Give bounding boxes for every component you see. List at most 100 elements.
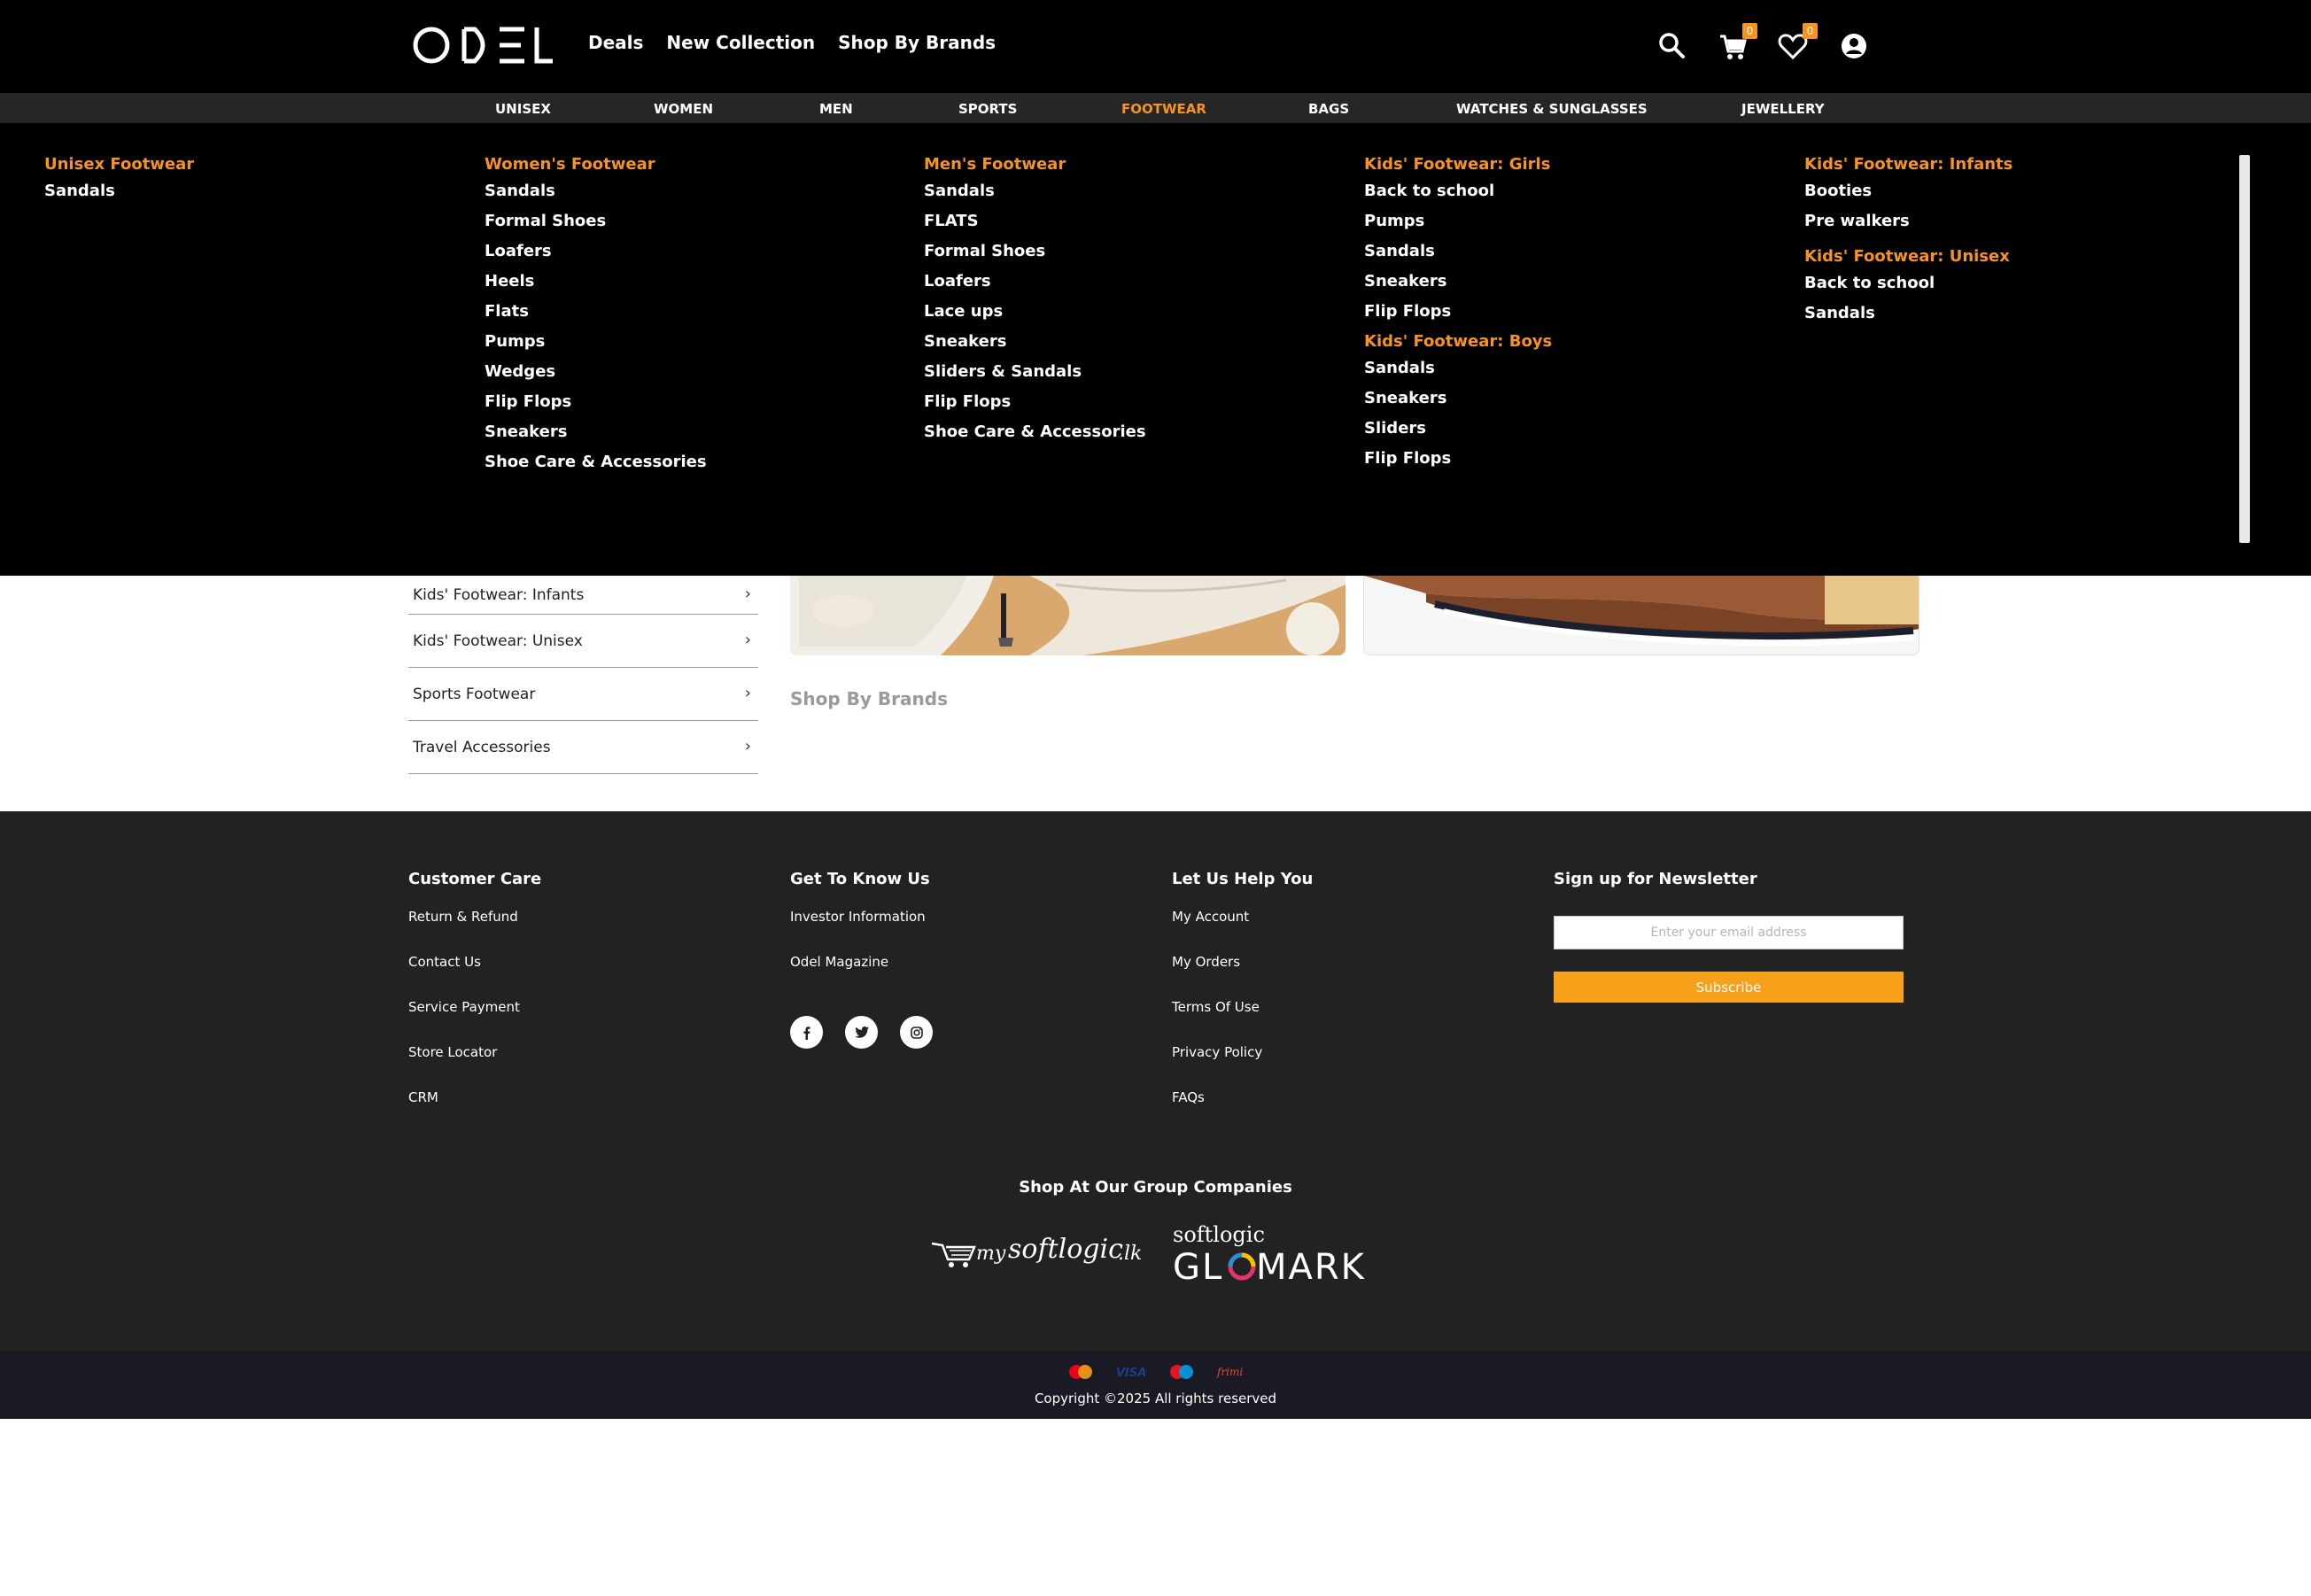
nav-deals[interactable]: Deals bbox=[588, 32, 643, 53]
twitter-icon[interactable] bbox=[845, 1016, 878, 1049]
menu-heading[interactable]: Kids' Footwear: Unisex bbox=[1804, 247, 2012, 274]
menu-item[interactable]: Back to school bbox=[1364, 182, 1552, 212]
search-icon[interactable] bbox=[1655, 28, 1690, 64]
svg-text:softlogic: softlogic bbox=[1173, 1222, 1265, 1247]
bottom-bar: VISA frimi Copyright ©2025 All rights re… bbox=[0, 1351, 2311, 1419]
menu-item[interactable]: Sandals bbox=[924, 182, 1146, 212]
menu-item[interactable]: Wedges bbox=[485, 362, 707, 392]
menu-item[interactable]: Booties bbox=[1804, 182, 2012, 212]
menu-item[interactable]: Formal Shoes bbox=[924, 242, 1146, 272]
category-watches-sunglasses[interactable]: WATCHES & SUNGLASSES bbox=[1456, 101, 1648, 117]
facebook-icon[interactable] bbox=[790, 1016, 823, 1049]
mysoftlogic-logo[interactable]: my softlogic .lk bbox=[930, 1229, 1143, 1274]
instagram-icon[interactable] bbox=[900, 1016, 933, 1049]
sidebar-item-kids-infants[interactable]: Kids' Footwear: Infants › bbox=[408, 576, 758, 615]
menu-item[interactable]: Heels bbox=[485, 272, 707, 302]
menu-item[interactable]: Pumps bbox=[1364, 212, 1552, 242]
svg-text:VISA: VISA bbox=[1116, 1367, 1146, 1380]
newsletter-email-input[interactable] bbox=[1554, 916, 1904, 949]
sidebar-item-sports-footwear[interactable]: Sports Footwear › bbox=[408, 668, 758, 721]
menu-item[interactable]: Sandals bbox=[1364, 359, 1552, 389]
footer-heading: Sign up for Newsletter bbox=[1554, 870, 1757, 888]
menu-item[interactable]: Shoe Care & Accessories bbox=[485, 453, 707, 483]
account-icon[interactable] bbox=[1836, 28, 1872, 64]
menu-heading[interactable]: Kids' Footwear: Infants bbox=[1804, 155, 2012, 182]
heart-icon[interactable]: 0 bbox=[1775, 23, 1818, 64]
visa-icon: VISA bbox=[1116, 1367, 1146, 1380]
menu-heading[interactable]: Men's Footwear bbox=[924, 155, 1146, 182]
cart-icon[interactable]: 0 bbox=[1715, 23, 1757, 64]
nav-shop-by-brands[interactable]: Shop By Brands bbox=[838, 32, 996, 53]
footer-link[interactable]: Terms Of Use bbox=[1172, 998, 1313, 1043]
menu-item[interactable]: Pumps bbox=[485, 332, 707, 362]
menu-item[interactable]: Sliders bbox=[1364, 419, 1552, 449]
menu-item[interactable]: Sandals bbox=[44, 182, 194, 212]
menu-item[interactable]: Loafers bbox=[924, 272, 1146, 302]
menu-item[interactable]: Sliders & Sandals bbox=[924, 362, 1146, 392]
footer-heading: Let Us Help You bbox=[1172, 870, 1314, 888]
menu-item[interactable]: Lace ups bbox=[924, 302, 1146, 332]
chevron-right-icon: › bbox=[744, 585, 751, 603]
menu-item[interactable]: Flip Flops bbox=[1364, 449, 1552, 479]
menu-heading[interactable]: Women's Footwear bbox=[485, 155, 707, 182]
menu-item[interactable]: Back to school bbox=[1804, 274, 2012, 304]
footer-link[interactable]: FAQs bbox=[1172, 1089, 1313, 1134]
softlogic-glomark-logo[interactable]: softlogic GL MARK bbox=[1171, 1220, 1384, 1284]
footer-link[interactable]: Privacy Policy bbox=[1172, 1043, 1313, 1089]
menu-item[interactable]: Flip Flops bbox=[924, 392, 1146, 422]
category-sports[interactable]: SPORTS bbox=[958, 101, 1017, 117]
sidebar-item-kids-unisex[interactable]: Kids' Footwear: Unisex › bbox=[408, 615, 758, 668]
menu-item[interactable]: Loafers bbox=[485, 242, 707, 272]
menu-scrollbar[interactable] bbox=[2239, 155, 2250, 543]
copyright-text: Copyright ©2025 All rights reserved bbox=[1034, 1391, 1277, 1406]
cart-count-badge: 0 bbox=[1742, 23, 1757, 39]
category-footwear[interactable]: FOOTWEAR bbox=[1121, 101, 1206, 117]
footer-link[interactable]: Return & Refund bbox=[408, 908, 541, 953]
footer-link[interactable]: Contact Us bbox=[408, 953, 541, 998]
footer-help: Let Us Help You My Account My Orders Ter… bbox=[1172, 870, 1313, 1134]
nav-new-collection[interactable]: New Collection bbox=[666, 32, 815, 53]
sidebar-item-label: Sports Footwear bbox=[413, 685, 536, 703]
promo-banner-heels[interactable] bbox=[790, 576, 1345, 655]
menu-item[interactable]: Flats bbox=[485, 302, 707, 332]
menu-item[interactable]: Sandals bbox=[1804, 304, 2012, 334]
menu-item[interactable]: Formal Shoes bbox=[485, 212, 707, 242]
chevron-right-icon: › bbox=[744, 631, 751, 649]
menu-item[interactable]: Sandals bbox=[485, 182, 707, 212]
menu-heading[interactable]: Kids' Footwear: Girls bbox=[1364, 155, 1552, 182]
chevron-right-icon: › bbox=[744, 684, 751, 702]
menu-heading[interactable]: Unisex Footwear bbox=[44, 155, 194, 182]
menu-item[interactable]: Sneakers bbox=[1364, 389, 1552, 419]
sidebar-item-travel-accessories[interactable]: Travel Accessories › bbox=[408, 721, 758, 774]
category-unisex[interactable]: UNISEX bbox=[495, 101, 551, 117]
menu-item[interactable]: Pre walkers bbox=[1804, 212, 2012, 242]
footer-link[interactable]: Investor Information bbox=[790, 908, 930, 953]
menu-item[interactable]: Sneakers bbox=[485, 422, 707, 453]
menu-item[interactable]: Sneakers bbox=[1364, 272, 1552, 302]
menu-column-men: Men's Footwear Sandals FLATS Formal Shoe… bbox=[924, 155, 1146, 453]
menu-item[interactable]: Sandals bbox=[1364, 242, 1552, 272]
subscribe-button[interactable]: Subscribe bbox=[1554, 972, 1904, 1003]
menu-heading[interactable]: Kids' Footwear: Boys bbox=[1364, 332, 1552, 359]
footer-link[interactable]: CRM bbox=[408, 1089, 541, 1134]
menu-column-kids: Kids' Footwear: Girls Back to school Pum… bbox=[1364, 155, 1552, 479]
category-men[interactable]: MEN bbox=[819, 101, 853, 117]
menu-item[interactable]: Shoe Care & Accessories bbox=[924, 422, 1146, 453]
menu-item[interactable]: Flip Flops bbox=[1364, 302, 1552, 332]
category-jewellery[interactable]: JEWELLERY bbox=[1741, 101, 1825, 117]
category-bags[interactable]: BAGS bbox=[1308, 101, 1349, 117]
svg-text:frimi: frimi bbox=[1216, 1366, 1243, 1378]
footer-heading: Get To Know Us bbox=[790, 870, 930, 888]
social-links bbox=[790, 1016, 933, 1049]
footer-link[interactable]: My Orders bbox=[1172, 953, 1313, 998]
category-women[interactable]: WOMEN bbox=[654, 101, 713, 117]
menu-item[interactable]: Sneakers bbox=[924, 332, 1146, 362]
footer-link[interactable]: My Account bbox=[1172, 908, 1313, 953]
menu-item[interactable]: Flip Flops bbox=[485, 392, 707, 422]
footer-link[interactable]: Store Locator bbox=[408, 1043, 541, 1089]
promo-banner-shoes[interactable] bbox=[1363, 576, 1919, 655]
odel-logo[interactable] bbox=[413, 23, 554, 67]
footer-link[interactable]: Odel Magazine bbox=[790, 953, 930, 998]
menu-item[interactable]: FLATS bbox=[924, 212, 1146, 242]
footer-link[interactable]: Service Payment bbox=[408, 998, 541, 1043]
